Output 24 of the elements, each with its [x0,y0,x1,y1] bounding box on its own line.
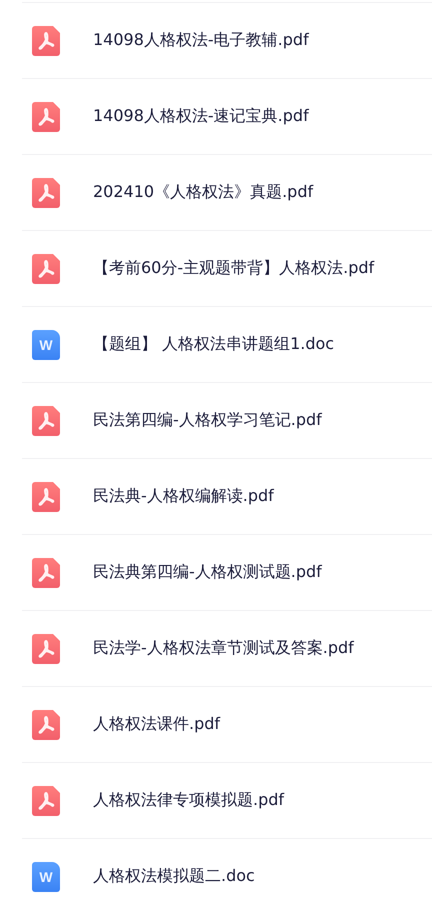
file-item[interactable]: 14098人格权法-速记宝典.pdf [22,78,432,154]
file-item[interactable]: W 【题组】 人格权法串讲题组1.doc [22,306,432,382]
word-file-icon: W [32,330,60,360]
file-item[interactable]: W 人格权法模拟题二.doc [22,838,432,903]
pdf-file-icon [32,254,60,284]
file-item[interactable]: 14098人格权法-电子教辅.pdf [22,2,432,78]
word-file-icon: W [32,862,60,892]
pdf-file-icon [32,710,60,740]
file-item[interactable]: 人格权法律专项模拟题.pdf [22,762,432,838]
file-item[interactable]: 民法第四编-人格权学习笔记.pdf [22,382,432,458]
file-item[interactable]: 202410《人格权法》真题.pdf [22,154,432,230]
pdf-file-icon [32,786,60,816]
file-item[interactable]: 民法典-人格权编解读.pdf [22,458,432,534]
file-item[interactable]: 【考前60分-主观题带背】人格权法.pdf [22,230,432,306]
pdf-file-icon [32,26,60,56]
pdf-file-icon [32,406,60,436]
pdf-file-icon [32,558,60,588]
pdf-file-icon [32,634,60,664]
file-item[interactable]: 人格权法课件.pdf [22,686,432,762]
pdf-file-icon [32,482,60,512]
pdf-file-icon [32,102,60,132]
pdf-file-icon [32,178,60,208]
file-item[interactable]: 民法学-人格权法章节测试及答案.pdf [22,610,432,686]
file-item[interactable]: 民法典第四编-人格权测试题.pdf [22,534,432,610]
